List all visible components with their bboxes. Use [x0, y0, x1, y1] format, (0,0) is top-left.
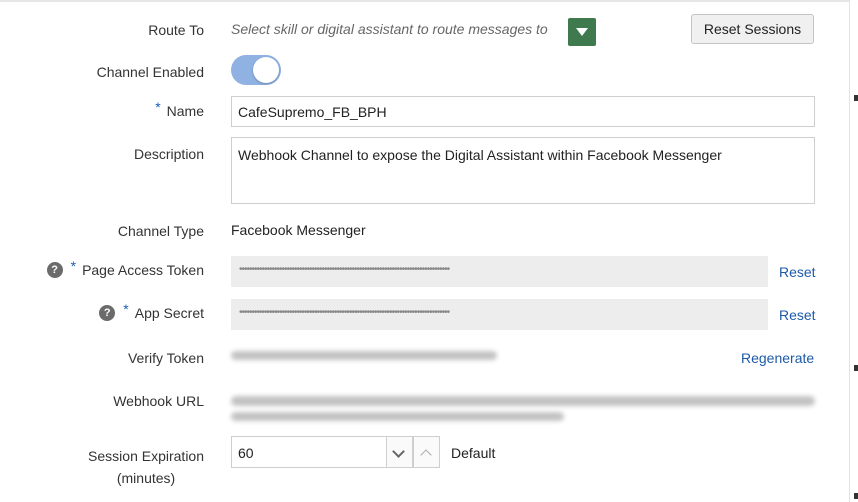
page-access-token-label: Page Access Token — [82, 262, 204, 278]
name-input[interactable]: CafeSupremo_FB_BPH — [231, 96, 815, 127]
required-marker: * — [70, 258, 77, 274]
route-to-placeholder[interactable]: Select skill or digital assistant to rou… — [231, 21, 548, 37]
page-access-token-input[interactable]: ••••••••••••••••••••••••••••••••••••••••… — [231, 256, 768, 287]
app-secret-label: App Secret — [134, 305, 204, 321]
webhook-url-label: Webhook URL — [113, 393, 204, 409]
session-expiration-label-line2: (minutes) — [116, 470, 176, 486]
webhook-url-redacted — [231, 412, 564, 421]
toggle-knob — [253, 57, 279, 83]
app-secret-label-group: ? * App Secret — [99, 301, 204, 322]
channel-type-value: Facebook Messenger — [231, 222, 366, 238]
description-label: Description — [133, 146, 204, 162]
app-secret-reset-link[interactable]: Reset — [779, 307, 816, 323]
reset-sessions-button[interactable]: Reset Sessions — [691, 14, 814, 44]
edge-marker — [854, 493, 858, 499]
page-access-token-label-group: ? * Page Access Token — [46, 258, 204, 279]
right-divider — [849, 0, 850, 502]
regenerate-link[interactable]: Regenerate — [741, 350, 814, 366]
name-label: Name — [166, 103, 204, 119]
required-marker: * — [155, 99, 161, 115]
top-divider — [0, 0, 849, 2]
page-access-token-reset-link[interactable]: Reset — [779, 264, 816, 280]
edge-marker — [854, 95, 858, 101]
default-label: Default — [451, 445, 496, 461]
required-marker: * — [123, 301, 129, 317]
name-label-group: * Name — [155, 99, 204, 119]
question-icon[interactable]: ? — [99, 305, 116, 322]
app-secret-input[interactable]: ••••••••••••••••••••••••••••••••••••••••… — [231, 299, 768, 330]
chevron-down-icon[interactable] — [568, 18, 596, 46]
webhook-url-redacted — [231, 396, 815, 406]
session-expiration-label-line1: Session Expiration — [88, 448, 204, 464]
question-icon[interactable]: ? — [46, 262, 63, 279]
description-textarea[interactable]: Webhook Channel to expose the Digital As… — [231, 137, 815, 204]
session-expiration-label: Session Expiration (minutes) — [88, 445, 204, 489]
verify-token-redacted — [231, 351, 497, 360]
channel-enabled-toggle[interactable] — [231, 55, 281, 85]
session-expiration-input[interactable]: 60 — [231, 436, 386, 468]
channel-enabled-label: Channel Enabled — [96, 64, 204, 80]
route-to-label: Route To — [148, 22, 204, 38]
verify-token-label: Verify Token — [127, 350, 204, 366]
decrement-chevron-icon[interactable] — [386, 436, 413, 468]
channel-type-label: Channel Type — [117, 223, 204, 239]
edge-marker — [854, 365, 858, 371]
increment-chevron-icon[interactable] — [413, 436, 440, 468]
